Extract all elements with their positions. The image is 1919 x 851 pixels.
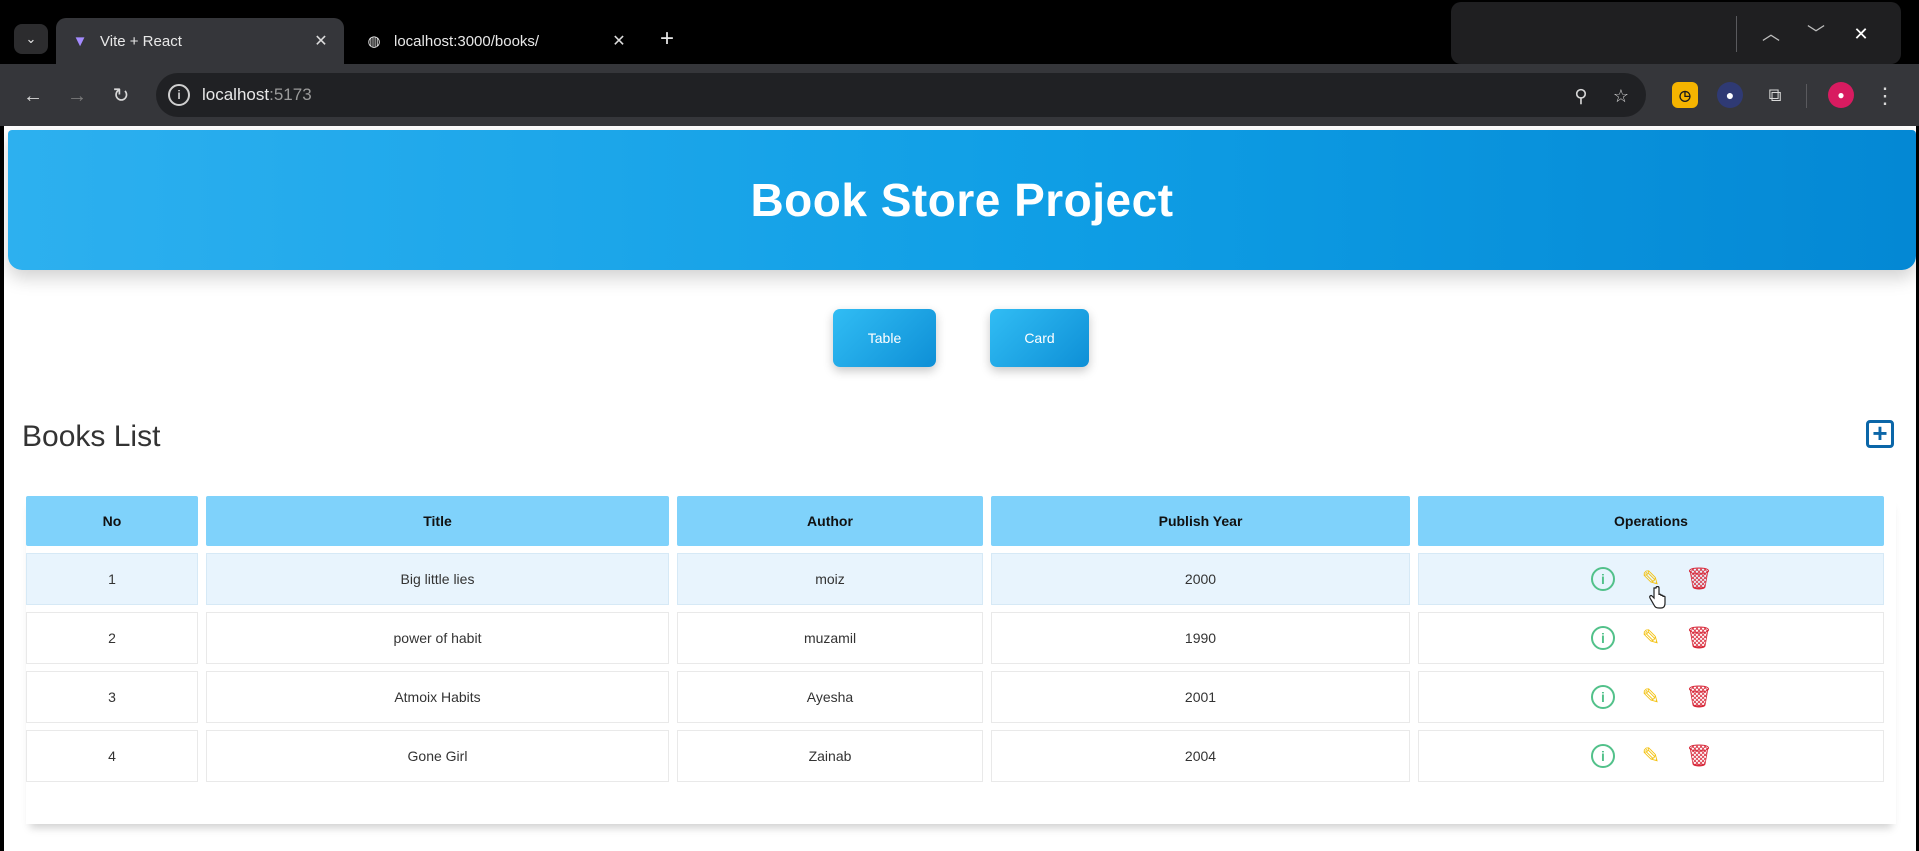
books-table: No Title Author Publish Year Operations … (26, 496, 1896, 824)
cell-title: Gone Girl (206, 730, 669, 782)
tab-title: localhost:3000/books/ (394, 32, 540, 50)
profile-avatar[interactable]: ● (1828, 82, 1854, 108)
divider (1806, 84, 1807, 108)
table-view-button[interactable]: Table (833, 309, 936, 367)
cell-operations: i ✎ 🗑︎ (1418, 612, 1884, 664)
zoom-icon[interactable]: ⚲ (1568, 83, 1594, 109)
address-bar[interactable]: i localhost:5173 ⚲ ☆ (156, 73, 1646, 117)
edit-icon[interactable]: ✎ (1639, 684, 1663, 709)
page-title: Book Store Project (750, 174, 1174, 226)
column-header-publish-year: Publish Year (991, 496, 1410, 546)
back-arrow-icon[interactable]: ← (18, 81, 48, 111)
find-bar: ︿ ﹀ ✕ (1451, 2, 1901, 64)
edit-icon[interactable]: ✎ (1639, 743, 1663, 768)
cell-publish-year: 1990 (991, 612, 1410, 664)
chevron-down-icon: ⌄ (25, 31, 37, 46)
cell-publish-year: 2001 (991, 671, 1410, 723)
info-icon[interactable]: i (1591, 685, 1615, 709)
tab-vite-react[interactable]: ▼ Vite + React ✕ (56, 18, 344, 64)
column-header-no: No (26, 496, 198, 546)
column-header-author: Author (677, 496, 983, 546)
info-icon[interactable]: i (1591, 744, 1615, 768)
cell-operations: i ✎ 🗑︎ (1418, 730, 1884, 782)
books-list-heading: Books List (22, 420, 161, 453)
cell-title: Big little lies (206, 553, 669, 605)
divider (1736, 16, 1737, 52)
cell-no: 2 (26, 612, 198, 664)
reload-icon[interactable]: ↻ (106, 81, 136, 111)
column-header-title: Title (206, 496, 669, 546)
extensions-puzzle-icon[interactable]: ⧉ (1762, 82, 1788, 108)
extension-clock-icon[interactable]: ◷ (1672, 82, 1698, 108)
cell-author: Ayesha (677, 671, 983, 723)
more-menu-icon[interactable]: ⋮ (1872, 81, 1898, 111)
cell-author: moiz (677, 553, 983, 605)
tab-strip: ⌄ ▼ Vite + React ✕ ◍ localhost:3000/book… (0, 0, 1919, 64)
vite-icon: ▼ (72, 32, 88, 50)
delete-icon[interactable]: 🗑︎ (1685, 566, 1713, 591)
cell-no: 1 (26, 553, 198, 605)
cell-no: 4 (26, 730, 198, 782)
card-view-button[interactable]: Card (990, 309, 1089, 367)
extension-circle-icon[interactable]: ● (1717, 82, 1743, 108)
info-icon[interactable]: i (1591, 567, 1615, 591)
chevron-up-icon[interactable]: ︿ (1757, 20, 1785, 48)
cell-title: power of habit (206, 612, 669, 664)
cell-publish-year: 2000 (991, 553, 1410, 605)
new-tab-button[interactable]: + (652, 24, 682, 54)
tab-search-button[interactable]: ⌄ (14, 24, 48, 54)
info-icon[interactable]: i (1591, 626, 1615, 650)
tab-title: Vite + React (100, 32, 182, 50)
forward-arrow-icon[interactable]: → (62, 81, 92, 111)
cell-operations: i ✎ 🗑︎ (1418, 671, 1884, 723)
page-header: Book Store Project (8, 130, 1916, 270)
delete-icon[interactable]: 🗑︎ (1685, 684, 1713, 709)
plus-icon: + (659, 25, 674, 52)
close-icon[interactable]: ✕ (1847, 20, 1875, 48)
page-content: Book Store Project Table Card Books List… (4, 126, 1916, 851)
delete-icon[interactable]: 🗑︎ (1685, 625, 1713, 650)
add-book-icon[interactable]: + (1866, 420, 1894, 448)
tab-books-api[interactable]: ◍ localhost:3000/books/ ✕ (350, 18, 642, 64)
cell-title: Atmoix Habits (206, 671, 669, 723)
url-text[interactable]: localhost:5173 (202, 85, 312, 105)
star-icon[interactable]: ☆ (1608, 83, 1634, 109)
cell-no: 3 (26, 671, 198, 723)
hand-cursor-icon (1649, 586, 1666, 609)
edit-icon[interactable]: ✎ (1639, 625, 1663, 650)
close-icon[interactable]: ✕ (312, 31, 330, 51)
cell-author: muzamil (677, 612, 983, 664)
globe-icon: ◍ (367, 33, 381, 50)
delete-icon[interactable]: 🗑︎ (1685, 743, 1713, 768)
cell-author: Zainab (677, 730, 983, 782)
close-icon[interactable]: ✕ (610, 31, 628, 51)
site-info-icon[interactable]: i (168, 84, 190, 106)
chevron-down-icon[interactable]: ﹀ (1802, 20, 1830, 48)
column-header-operations: Operations (1418, 496, 1884, 546)
cell-publish-year: 2004 (991, 730, 1410, 782)
browser-toolbar: ← → ↻ i localhost:5173 ⚲ ☆ ◷ ● ⧉ ● ⋮ (0, 64, 1919, 126)
